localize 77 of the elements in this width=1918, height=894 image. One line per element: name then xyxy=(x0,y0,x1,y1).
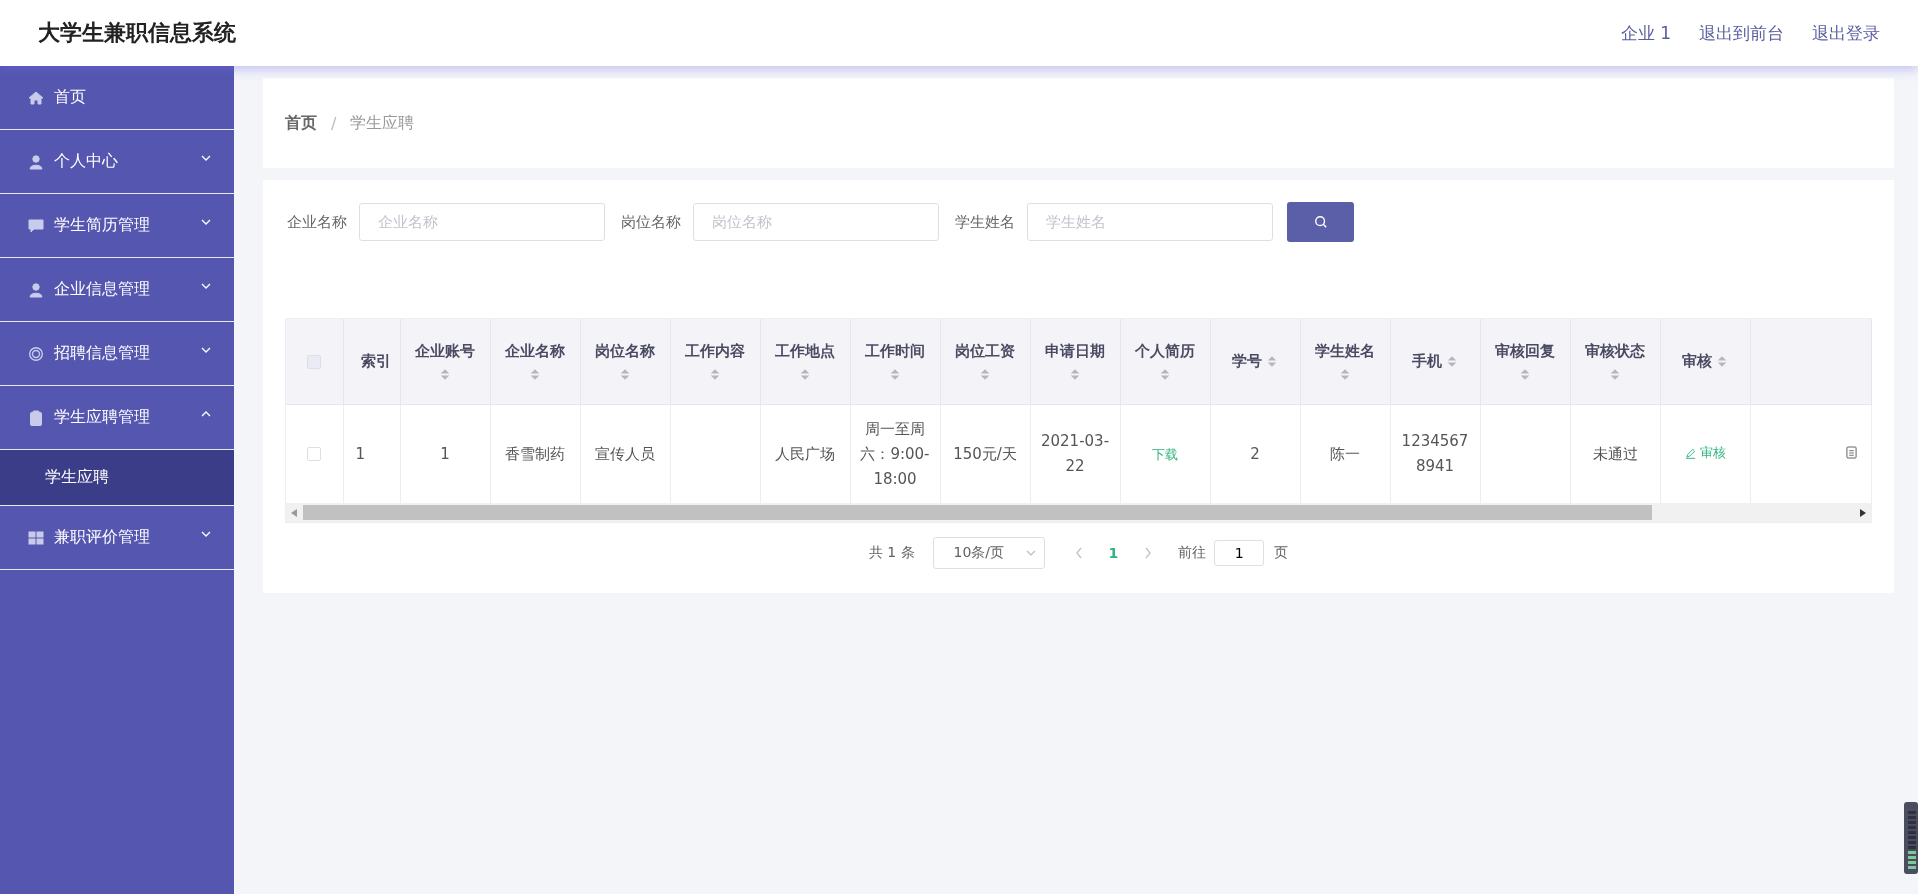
page-suffix: 页 xyxy=(1274,544,1289,562)
field-label: 企业名称 xyxy=(287,212,347,232)
column-header[interactable]: 学生姓名 xyxy=(1315,341,1375,361)
menu-item[interactable]: 企业信息管理 xyxy=(0,258,234,322)
breadcrumb-separator: / xyxy=(331,113,337,133)
chevron-down-icon xyxy=(1025,550,1036,556)
header-link[interactable]: 退出到前台 xyxy=(1699,21,1784,45)
menu-item[interactable]: 首页 xyxy=(0,66,234,130)
column-header[interactable]: 审核回复 xyxy=(1495,341,1555,361)
pencil-icon xyxy=(1684,447,1696,459)
column-header[interactable]: 个人简历 xyxy=(1135,341,1195,361)
column-header[interactable]: 工作内容 xyxy=(685,341,745,361)
user-icon xyxy=(28,153,44,170)
table-cell: 12345678941 xyxy=(1401,432,1469,475)
menu-item[interactable]: 兼职评价管理 xyxy=(0,506,234,570)
clipboard-icon xyxy=(28,409,44,426)
page-input[interactable]: 1 xyxy=(1214,540,1265,566)
search-field[interactable]: 学生姓名 xyxy=(1027,203,1273,241)
table-cell: 周一至周六：9:00-18:00 xyxy=(860,419,930,488)
page-size-select[interactable]: 10条/页 xyxy=(932,537,1045,569)
column-header[interactable]: 岗位工资 xyxy=(955,341,1015,361)
table-cell: 未通过 xyxy=(1592,444,1638,463)
menu-item[interactable]: 个人中心 xyxy=(0,130,234,194)
previous-page-icon[interactable] xyxy=(1074,547,1083,559)
scroll-right-icon[interactable] xyxy=(1860,508,1866,517)
column-header[interactable]: 企业名称 xyxy=(505,341,565,361)
search-field[interactable]: 岗位名称 xyxy=(693,203,939,241)
target-icon xyxy=(28,345,44,362)
scrollbar-thumb[interactable] xyxy=(303,505,1653,520)
field-label: 岗位名称 xyxy=(621,212,681,232)
scroll-left-icon[interactable] xyxy=(291,508,297,517)
total-count: 共 1 条 xyxy=(868,544,915,562)
column-header[interactable]: 岗位名称 xyxy=(595,341,655,361)
home-icon xyxy=(28,89,44,106)
sort-icon[interactable] xyxy=(1446,354,1458,369)
row-checkbox[interactable] xyxy=(307,447,322,461)
menu-item[interactable]: 学生简历管理 xyxy=(0,194,234,258)
table-cell: 2021-03-22 xyxy=(1040,432,1110,475)
site-title: 大学生兼职信息系统 xyxy=(38,19,236,47)
search-button[interactable] xyxy=(1287,202,1354,242)
field-label: 学生姓名 xyxy=(955,212,1015,232)
column-header[interactable]: 工作地点 xyxy=(775,341,835,361)
sort-icon[interactable] xyxy=(1266,354,1278,369)
search-icon xyxy=(1313,215,1328,229)
table-cell: 1 xyxy=(440,444,450,463)
table-cell: 宣传人员 xyxy=(595,444,655,463)
select-all-checkbox[interactable] xyxy=(307,355,322,369)
table-cell: 150元/天 xyxy=(953,444,1017,463)
column-header[interactable]: 企业账号 xyxy=(415,341,475,361)
table-cell: 陈一 xyxy=(1330,444,1360,463)
breadcrumb-item[interactable]: 首页 xyxy=(285,112,317,134)
sort-icon[interactable] xyxy=(1716,354,1728,369)
horizontal-scrollbar[interactable] xyxy=(286,503,1871,522)
column-header[interactable]: 审核 xyxy=(1682,352,1712,371)
menu-item[interactable]: 招聘信息管理 xyxy=(0,322,234,386)
table-cell: 2 xyxy=(1250,444,1260,463)
grid-icon xyxy=(28,529,44,546)
header-link[interactable]: 企业 1 xyxy=(1620,21,1671,45)
column-header[interactable]: 学号 xyxy=(1232,352,1262,371)
level-meter-icon xyxy=(1904,802,1918,874)
table-cell: 1 xyxy=(355,444,366,463)
column-header: 索引 xyxy=(360,352,391,371)
column-header[interactable]: 工作时间 xyxy=(865,341,925,361)
search-field[interactable]: 企业名称 xyxy=(359,203,605,241)
header-link[interactable]: 退出登录 xyxy=(1812,21,1880,45)
table-cell: 人民广场 xyxy=(775,444,835,463)
breadcrumb-item: 学生应聘 xyxy=(350,112,415,134)
table-cell: 香雪制药 xyxy=(505,444,565,463)
column-header[interactable]: 申请日期 xyxy=(1045,341,1105,361)
document-icon[interactable] xyxy=(1846,445,1857,459)
next-page-icon[interactable] xyxy=(1144,547,1153,559)
column-header[interactable]: 审核状态 xyxy=(1585,341,1645,361)
submenu-item[interactable]: 学生应聘 xyxy=(0,450,234,506)
chat-icon xyxy=(28,217,44,234)
user-icon xyxy=(28,281,44,298)
column-header[interactable]: 手机 xyxy=(1412,352,1442,371)
goto-label: 前往 xyxy=(1178,544,1207,562)
